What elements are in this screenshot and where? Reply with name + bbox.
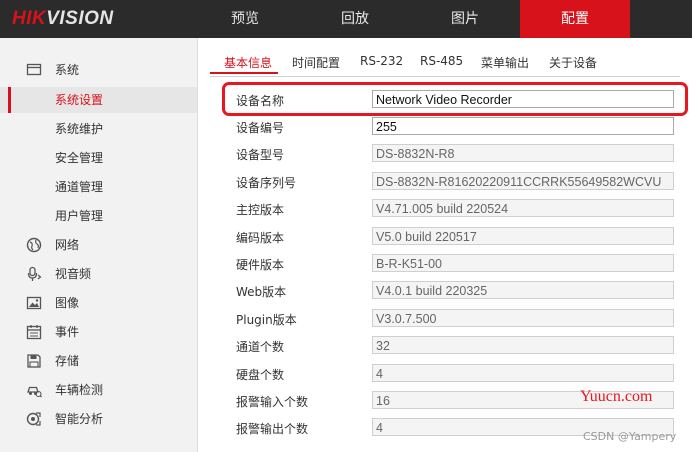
hikvision-logo: HIKVISION — [12, 8, 114, 29]
sidebar-item-label: 用户管理 — [55, 209, 104, 223]
tab-time-settings[interactable]: 时间配置 — [292, 54, 340, 71]
nav-playback[interactable]: 回放 — [300, 0, 410, 38]
tab-basic-info[interactable]: 基本信息 — [224, 54, 272, 71]
nav-preview[interactable]: 预览 — [190, 0, 300, 38]
sidebar-item-system[interactable]: 系统 — [0, 57, 197, 83]
field-channel-count: 通道个数 32 — [236, 336, 676, 356]
floppy-disk-icon — [27, 354, 41, 368]
field-firmware-version: 主控版本 V4.71.005 build 220524 — [236, 199, 676, 219]
field-label: 硬盘个数 — [236, 368, 285, 382]
serial-number-value: DS-8832N-R81620220911CCRRK55649582WCVU — [372, 172, 674, 190]
sidebar-item-label: 事件 — [55, 325, 80, 339]
firmware-version-value: V4.71.005 build 220524 — [372, 199, 674, 217]
channel-count-value: 32 — [372, 336, 674, 354]
field-label: 设备编号 — [236, 121, 285, 135]
hdd-count-value: 4 — [372, 364, 674, 382]
sidebar-item-label: 系统设置 — [55, 93, 104, 107]
field-hdd-count: 硬盘个数 4 — [236, 364, 676, 384]
tab-about-device[interactable]: 关于设备 — [549, 54, 597, 71]
field-label: 通道个数 — [236, 340, 285, 354]
device-model-value: DS-8832N-R8 — [372, 144, 674, 162]
sidebar-item-user-management[interactable]: 用户管理 — [0, 203, 197, 229]
field-label: Plugin版本 — [236, 313, 297, 327]
sidebar-item-label: 网络 — [55, 238, 80, 252]
sidebar-item-system-settings[interactable]: 系统设置 — [0, 87, 197, 113]
tab-menu-output[interactable]: 菜单输出 — [481, 54, 529, 71]
top-bar: HIKVISION 预览 回放 图片 配置 — [0, 0, 692, 38]
sidebar: 系统 系统设置 系统维护 安全管理 通道管理 用户管理 网络 视音频 图像 事件… — [0, 38, 198, 452]
sidebar-item-label: 安全管理 — [55, 151, 104, 165]
field-label: 报警输出个数 — [236, 422, 309, 436]
sidebar-item-label: 通道管理 — [55, 180, 104, 194]
car-icon — [27, 386, 42, 398]
image-icon — [26, 296, 42, 310]
monitor-icon — [26, 63, 42, 76]
field-label: 编码版本 — [236, 231, 285, 245]
field-label: 硬件版本 — [236, 258, 285, 272]
web-version-value: V4.0.1 build 220325 — [372, 281, 674, 299]
sidebar-item-channel-management[interactable]: 通道管理 — [0, 174, 197, 200]
device-number-input[interactable]: 255 — [372, 117, 674, 135]
field-plugin-version: Plugin版本 V3.0.7.500 — [236, 309, 676, 329]
field-label: 主控版本 — [236, 203, 285, 217]
field-label: 设备序列号 — [236, 176, 297, 190]
sidebar-item-storage[interactable]: 存储 — [0, 348, 197, 374]
analytics-icon — [26, 412, 41, 426]
sidebar-item-security-management[interactable]: 安全管理 — [0, 145, 197, 171]
settings-tabs: 基本信息 时间配置 RS-232 RS-485 菜单输出 关于设备 — [210, 50, 680, 77]
field-label: 报警输入个数 — [236, 395, 309, 409]
nav-picture[interactable]: 图片 — [410, 0, 520, 38]
tab-rs232[interactable]: RS-232 — [360, 54, 403, 68]
field-label: 设备型号 — [236, 148, 285, 162]
device-name-highlight-box — [222, 82, 688, 116]
sidebar-item-system-maintenance[interactable]: 系统维护 — [0, 116, 197, 142]
plugin-version-value: V3.0.7.500 — [372, 309, 674, 327]
field-serial-number: 设备序列号 DS-8832N-R81620220911CCRRK55649582… — [236, 172, 676, 192]
site-watermark: Yuucn.com — [580, 388, 653, 405]
field-web-version: Web版本 V4.0.1 build 220325 — [236, 281, 676, 301]
field-device-model: 设备型号 DS-8832N-R8 — [236, 144, 676, 164]
active-tab-indicator — [210, 72, 278, 74]
sidebar-item-label: 车辆检测 — [55, 383, 104, 397]
author-watermark: CSDN @Yampery — [583, 430, 677, 443]
sidebar-item-label: 系统维护 — [55, 122, 104, 136]
sidebar-item-image[interactable]: 图像 — [0, 290, 197, 316]
field-label: Web版本 — [236, 285, 287, 299]
hardware-version-value: B-R-K51-00 — [372, 254, 674, 272]
field-hardware-version: 硬件版本 B-R-K51-00 — [236, 254, 676, 274]
calendar-icon — [26, 325, 42, 340]
field-device-number: 设备编号 255 — [236, 117, 676, 137]
sidebar-item-label: 智能分析 — [55, 412, 104, 426]
microphone-icon — [27, 266, 42, 281]
sidebar-item-network[interactable]: 网络 — [0, 232, 197, 258]
tab-rs485[interactable]: RS-485 — [420, 54, 463, 68]
sidebar-item-label: 系统 — [55, 63, 80, 77]
nav-configuration[interactable]: 配置 — [520, 0, 630, 38]
sidebar-item-label: 存储 — [55, 354, 80, 368]
sidebar-item-vehicle-detection[interactable]: 车辆检测 — [0, 377, 197, 403]
sidebar-item-label: 视音频 — [55, 267, 92, 281]
encoding-version-value: V5.0 build 220517 — [372, 227, 674, 245]
sidebar-item-smart-analysis[interactable]: 智能分析 — [0, 406, 197, 432]
field-encoding-version: 编码版本 V5.0 build 220517 — [236, 227, 676, 247]
sidebar-item-event[interactable]: 事件 — [0, 319, 197, 345]
sidebar-item-video-audio[interactable]: 视音频 — [0, 261, 197, 287]
globe-icon — [26, 237, 42, 253]
sidebar-item-label: 图像 — [55, 296, 80, 310]
